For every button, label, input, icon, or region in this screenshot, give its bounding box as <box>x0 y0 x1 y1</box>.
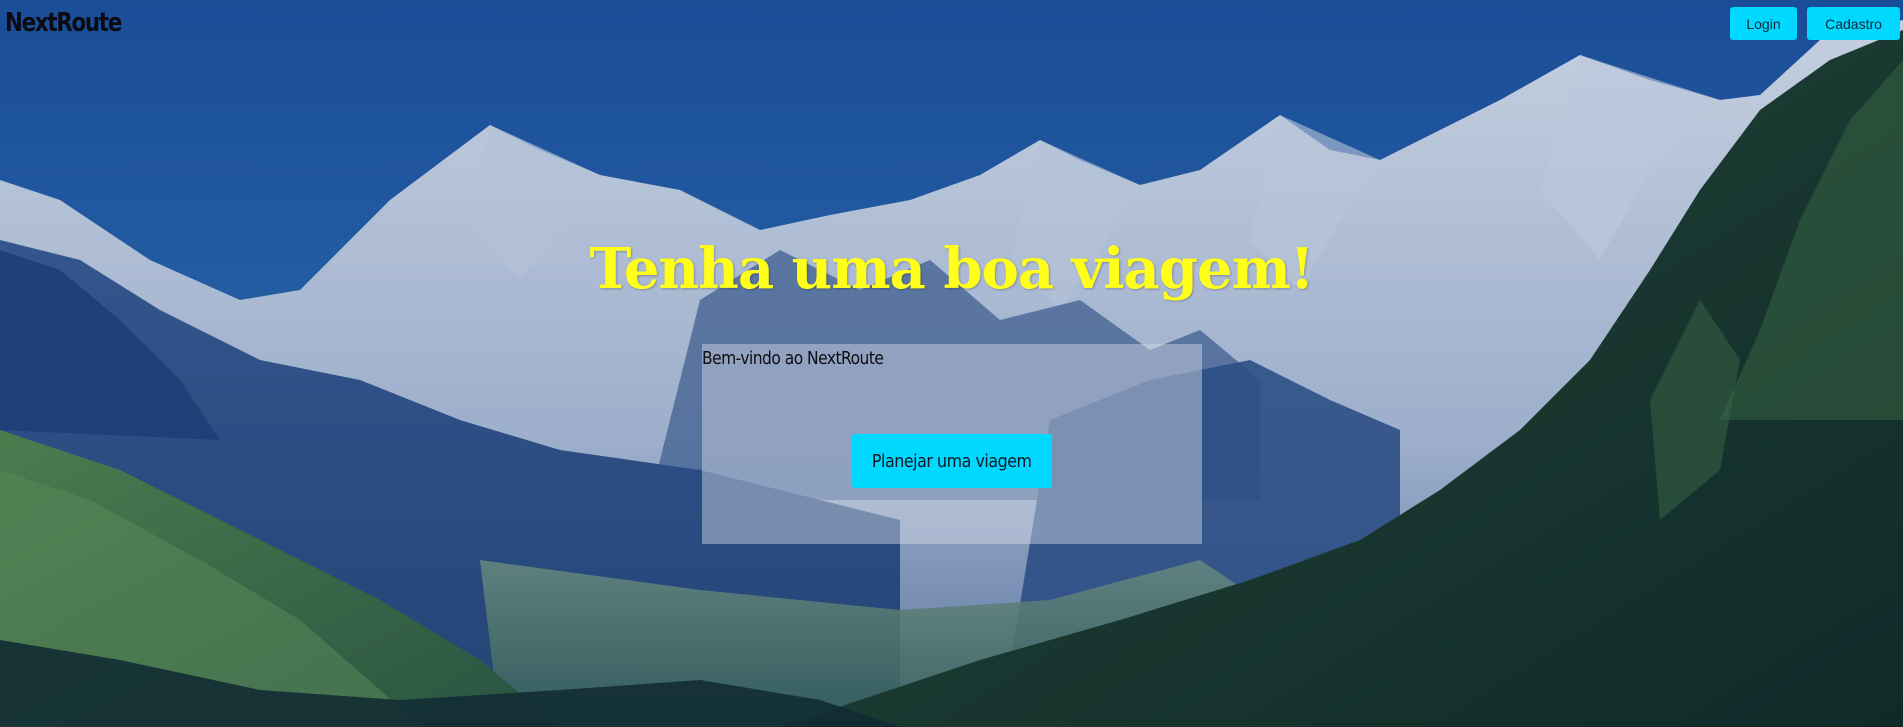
login-button[interactable]: Login <box>1730 7 1797 40</box>
plan-trip-label: Planejar uma viagem <box>872 450 1032 472</box>
hero-title: Tenha uma boa viagem! <box>589 236 1315 302</box>
plan-trip-button[interactable]: Planejar uma viagem <box>852 434 1052 488</box>
signup-button[interactable]: Cadastro <box>1807 7 1900 40</box>
welcome-card: Bem-vindo ao NextRoute Planejar uma viag… <box>702 344 1202 544</box>
landing-page: NextRoute Login Cadastro Tenha uma boa v… <box>0 0 1903 727</box>
brand-logo[interactable]: NextRoute <box>5 8 122 38</box>
welcome-text: Bem-vindo ao NextRoute <box>702 348 884 369</box>
